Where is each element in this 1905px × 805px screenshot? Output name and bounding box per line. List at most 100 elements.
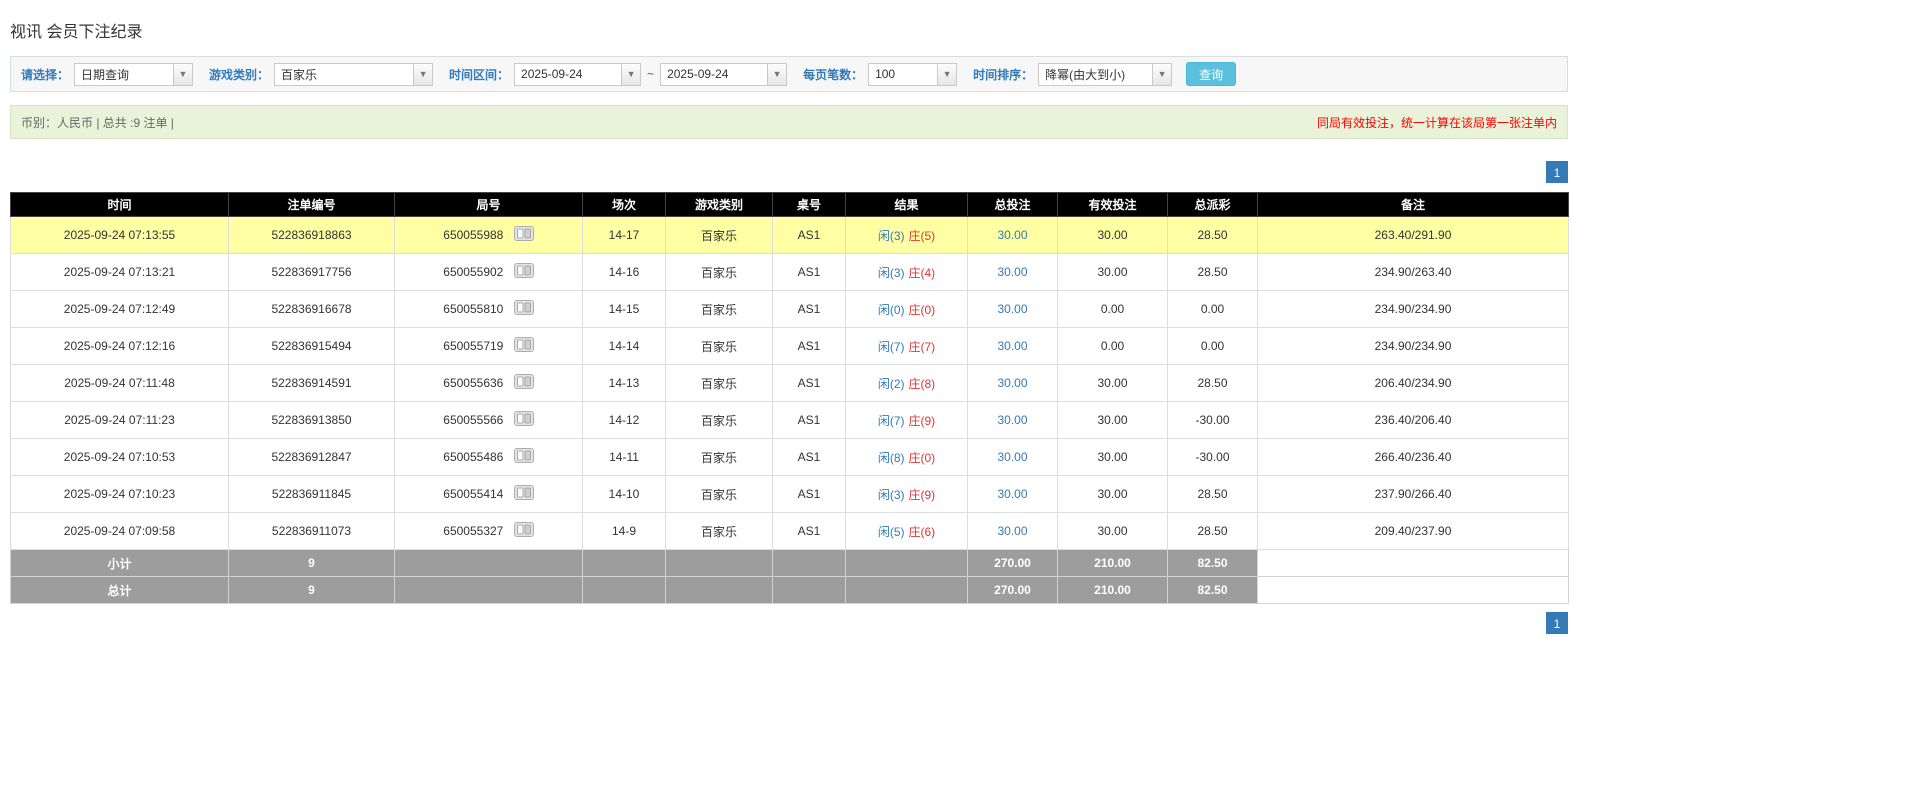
header-game-type: 游戏类别 — [665, 192, 773, 217]
table-row: 2025-09-24 07:13:55 522836918863 6500559… — [10, 216, 1569, 254]
total-row: 总计 9 270.00 210.00 82.50 — [10, 576, 1569, 604]
result-banker: 庄(9) — [908, 413, 936, 428]
cell-total-bet: 30.00 — [967, 216, 1058, 254]
video-replay-icon[interactable] — [513, 226, 534, 244]
page-button-1[interactable]: 1 — [1546, 161, 1568, 183]
cell-result: 闲(5) 庄(6) — [845, 512, 968, 550]
cell-session: 14-15 — [582, 290, 666, 328]
cell-total-bet: 30.00 — [967, 327, 1058, 365]
game-type-input[interactable] — [274, 62, 415, 86]
result-player: 闲(8) — [877, 450, 905, 465]
video-replay-icon[interactable] — [513, 300, 534, 318]
total-bet-link[interactable]: 30.00 — [997, 487, 1027, 501]
cell-bet-id: 522836911073 — [228, 512, 395, 550]
cell-game-type: 百家乐 — [665, 290, 773, 328]
total-empty — [394, 576, 583, 604]
subtotal-count: 9 — [228, 549, 395, 577]
cell-payout: 0.00 — [1167, 327, 1258, 365]
result-player: 闲(3) — [877, 487, 905, 502]
video-replay-icon[interactable] — [513, 263, 534, 281]
total-bet-link[interactable]: 30.00 — [997, 228, 1027, 242]
video-replay-icon[interactable] — [513, 337, 534, 355]
header-result: 结果 — [845, 192, 968, 217]
date-from-input[interactable] — [514, 62, 623, 86]
table-header: 时间 注单编号 局号 场次 游戏类别 桌号 结果 总投注 有效投注 总派彩 备注 — [10, 192, 1569, 217]
total-valid-bet: 210.00 — [1057, 576, 1168, 604]
result-banker: 庄(0) — [908, 450, 936, 465]
chevron-down-icon[interactable]: ▼ — [937, 62, 958, 86]
cell-note: 237.90/266.40 — [1257, 475, 1569, 513]
date-to-input[interactable] — [660, 62, 769, 86]
video-replay-icon[interactable] — [513, 374, 534, 392]
date-from-combobox: ▼ — [514, 62, 642, 86]
chevron-down-icon[interactable]: ▼ — [413, 62, 434, 86]
cell-valid-bet: 30.00 — [1057, 475, 1168, 513]
total-bet-link[interactable]: 30.00 — [997, 339, 1027, 353]
search-button[interactable]: 查询 — [1186, 62, 1237, 86]
result-player: 闲(7) — [877, 413, 905, 428]
cell-payout: 28.50 — [1167, 253, 1258, 291]
page-size-label: 每页笔数： — [803, 67, 864, 82]
select-type-input[interactable] — [74, 62, 175, 86]
chevron-down-icon[interactable]: ▼ — [621, 62, 642, 86]
total-empty — [665, 576, 773, 604]
info-bar: 币别：人民币 | 总共 :9 注单 | 同局有效投注，统一计算在该局第一张注单内 — [10, 105, 1568, 139]
total-bet-link[interactable]: 30.00 — [997, 302, 1027, 316]
page-size-input[interactable] — [868, 62, 939, 86]
header-note: 备注 — [1257, 192, 1569, 217]
round-number: 650055486 — [443, 450, 504, 464]
select-type-combobox: ▼ — [74, 62, 194, 86]
total-bet-link[interactable]: 30.00 — [997, 450, 1027, 464]
cell-time: 2025-09-24 07:12:49 — [10, 290, 229, 328]
result-player: 闲(3) — [877, 228, 905, 243]
page-button-1[interactable]: 1 — [1546, 612, 1568, 634]
cell-game-type: 百家乐 — [665, 438, 773, 476]
cell-note: 206.40/234.90 — [1257, 364, 1569, 402]
cell-payout: 28.50 — [1167, 475, 1258, 513]
cell-payout: 0.00 — [1167, 290, 1258, 328]
total-bet-link[interactable]: 30.00 — [997, 376, 1027, 390]
cell-total-bet: 30.00 — [967, 438, 1058, 476]
cell-payout: 28.50 — [1167, 364, 1258, 402]
cell-session: 14-14 — [582, 327, 666, 365]
round-number: 650055902 — [443, 265, 504, 279]
total-bet-link[interactable]: 30.00 — [997, 413, 1027, 427]
chevron-down-icon[interactable]: ▼ — [767, 62, 788, 86]
header-total-bet: 总投注 — [967, 192, 1058, 217]
result-banker: 庄(5) — [908, 228, 936, 243]
page-size-combobox: ▼ — [868, 62, 958, 86]
pagination-bottom: 1 — [10, 612, 1568, 634]
chevron-down-icon[interactable]: ▼ — [173, 62, 194, 86]
cell-note: 234.90/263.40 — [1257, 253, 1569, 291]
sort-order-input[interactable] — [1038, 62, 1154, 86]
video-replay-icon[interactable] — [513, 448, 534, 466]
game-type-combobox: ▼ — [274, 62, 434, 86]
cell-bet-id: 522836918863 — [228, 216, 395, 254]
total-bet-link[interactable]: 30.00 — [997, 265, 1027, 279]
cell-round: 650055486 — [394, 438, 583, 476]
video-replay-icon[interactable] — [513, 485, 534, 503]
video-replay-icon[interactable] — [513, 522, 534, 540]
total-bet-link[interactable]: 30.00 — [997, 524, 1027, 538]
subtotal-row: 小计 9 270.00 210.00 82.50 — [10, 549, 1569, 577]
cell-game-type: 百家乐 — [665, 364, 773, 402]
cell-round: 650055988 — [394, 216, 583, 254]
notice-text: 同局有效投注，统一计算在该局第一张注单内 — [1316, 115, 1557, 130]
table-summary: 小计 9 270.00 210.00 82.50 总计 9 270.00 210… — [10, 549, 1569, 604]
cell-session: 14-16 — [582, 253, 666, 291]
result-banker: 庄(0) — [908, 302, 936, 317]
cell-bet-id: 522836914591 — [228, 364, 395, 402]
result-player: 闲(7) — [877, 339, 905, 354]
cell-bet-id: 522836911845 — [228, 475, 395, 513]
table-row: 2025-09-24 07:12:16 522836915494 6500557… — [10, 327, 1569, 365]
cell-round: 650055719 — [394, 327, 583, 365]
subtotal-total-bet: 270.00 — [967, 549, 1058, 577]
cell-total-bet: 30.00 — [967, 475, 1058, 513]
chevron-down-icon[interactable]: ▼ — [1152, 62, 1173, 86]
table-row: 2025-09-24 07:11:48 522836914591 6500556… — [10, 364, 1569, 402]
cell-round: 650055327 — [394, 512, 583, 550]
subtotal-empty — [845, 549, 968, 577]
cell-session: 14-11 — [582, 438, 666, 476]
video-replay-icon[interactable] — [513, 411, 534, 429]
table-row: 2025-09-24 07:11:23 522836913850 6500555… — [10, 401, 1569, 439]
